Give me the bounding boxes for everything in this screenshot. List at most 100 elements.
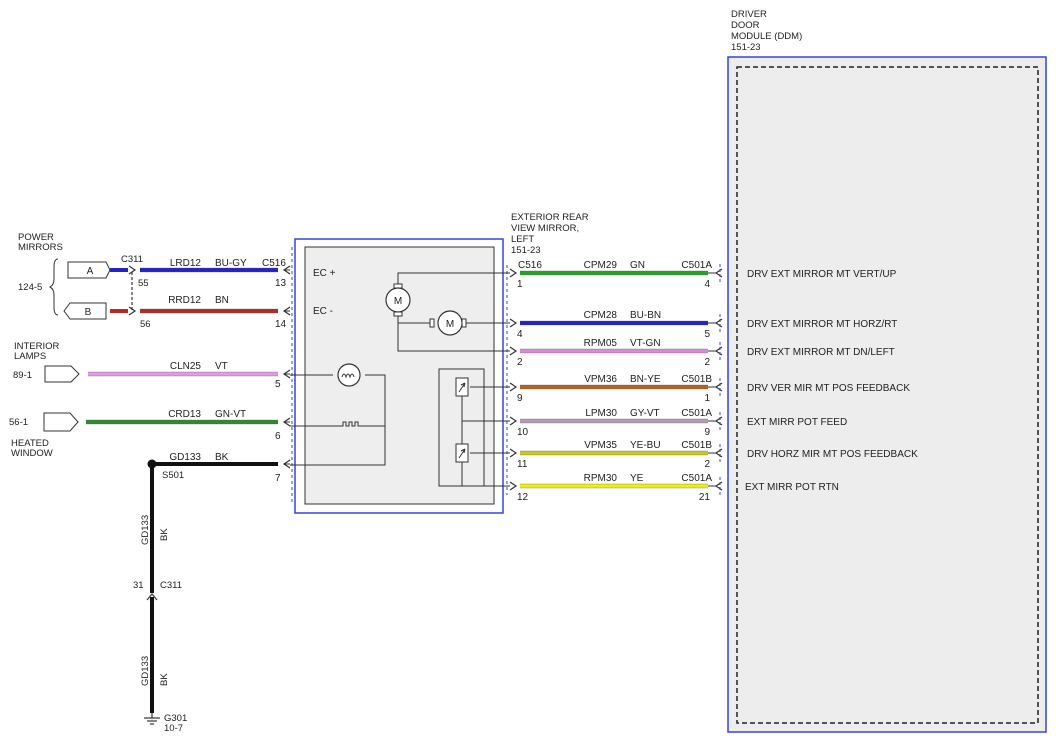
right-wire-color: YE	[630, 473, 644, 484]
ec-plus-label: EC +	[313, 268, 336, 279]
right-wire-right-pin: 5	[704, 329, 710, 340]
ddm-function-label: DRV EXT MIRROR MT VERT/UP	[747, 269, 897, 280]
ddm-title-line-3: MODULE (DDM)	[731, 31, 802, 42]
left-wire-pin: 14	[275, 319, 287, 330]
ddm-box	[727, 56, 1047, 733]
right-wire-left-arrow	[509, 382, 518, 392]
right-wire-right-pin: 2	[704, 357, 710, 368]
left-wire-crd13: CRD13 GN-VT 6	[86, 409, 291, 442]
left-wire-color: VT	[215, 361, 228, 372]
right-wire-color: GY-VT	[630, 408, 660, 419]
right-wire-color: GN	[630, 260, 645, 271]
left-wire-circuit: CRD13	[168, 409, 201, 420]
c311-pin-55: 55	[138, 278, 149, 289]
left-wire-pin: 5	[275, 379, 281, 390]
mirror-title-line-4: 151-23	[511, 245, 541, 256]
ddm-function-label: DRV EXT MIRROR MT HORZ/RT	[747, 319, 897, 330]
right-wire-right-connector: C501A	[681, 408, 712, 419]
ground-circuit-lower: GD133	[140, 656, 151, 686]
left-wire-circuit: RRD12	[168, 295, 201, 306]
ddm-title-line-1: DRIVER	[731, 9, 767, 20]
motor1-brush-bottom	[393, 311, 403, 317]
right-wire-circuit: VPM35	[584, 440, 617, 451]
left-wire-color: BK	[215, 452, 229, 463]
mirror-component: EXTERIOR REAR VIEW MIRROR, LEFT 151-23 E…	[290, 212, 589, 514]
right-wire-left-arrow	[509, 448, 518, 458]
right-wire-circuit: RPM05	[584, 338, 618, 349]
right-wire-right-pin: 2	[704, 459, 710, 470]
motor-horizontal-label: M	[446, 319, 454, 330]
ground-symbol-icon	[144, 713, 160, 725]
motor2-brush-right	[461, 318, 467, 328]
left-wire-circuit: CLN25	[170, 361, 202, 372]
ddm-function-label: EXT MIRR POT RTN	[745, 482, 839, 493]
right-wire-rpm05: RPM05 VT-GN 2 2	[509, 338, 723, 368]
right-wire-right-arrow	[714, 416, 723, 426]
right-wire-left-pin: 12	[517, 492, 529, 503]
ddm-function-label: DRV VER MIR MT POS FEEDBACK	[747, 383, 910, 394]
right-wire-circuit: LPM30	[585, 408, 617, 419]
motor1-brush-top	[393, 283, 403, 289]
right-wire-right-pin: 1	[704, 393, 710, 404]
mirror-title-line-2: VIEW MIRROR,	[511, 223, 579, 234]
ground-c311-pin: 31	[133, 580, 144, 591]
ground-color-lower: BK	[159, 673, 170, 686]
right-wire-left-pin: 10	[517, 427, 529, 438]
ground-c311-label: C311	[160, 580, 182, 591]
right-wire-left-pin: 11	[517, 459, 528, 470]
wiring-diagram: DRIVER DOOR MODULE (DDM) 151-23 DRV EXT …	[9, 9, 1047, 734]
heated-window-line-2: WINDOW	[11, 448, 53, 459]
right-wires: CPM29 GN C516 C501A 1 4 CPM28 BU-BN 4 5 RPM05 VT-GN…	[509, 260, 723, 503]
right-wire-right-connector: C501A	[681, 473, 712, 484]
right-wire-left-arrow	[509, 268, 518, 278]
ddm-title-line-2: DOOR	[731, 20, 760, 31]
right-wire-left-pin: 2	[517, 357, 523, 368]
right-wire-vpm35: VPM35 YE-BU C501B 11 2	[509, 440, 723, 470]
right-wire-right-arrow	[714, 481, 723, 491]
right-wire-circuit: RPM30	[584, 473, 618, 484]
connector-a-label: A	[87, 266, 94, 277]
ddm-module: DRIVER DOOR MODULE (DDM) 151-23 DRV EXT …	[727, 9, 1047, 733]
left-side: POWER MIRRORS 124-5 A B C311 55 56 INTER…	[9, 232, 151, 459]
ddm-title-line-4: 151-23	[731, 42, 761, 53]
interior-lamps-flag	[44, 365, 80, 383]
motor2-brush-left	[429, 318, 435, 328]
right-wire-right-arrow	[714, 382, 723, 392]
right-wire-lpm30: LPM30 GY-VT C501A 10 9	[509, 408, 723, 438]
right-wire-color: VT-GN	[630, 338, 661, 349]
left-wire-pin: 13	[275, 278, 287, 289]
right-wire-right-arrow	[714, 448, 723, 458]
ddm-function-label: DRV HORZ MIR MT POS FEEDBACK	[747, 449, 918, 460]
ddm-function-label: DRV EXT MIRROR MT DN/LEFT	[747, 347, 895, 358]
mirror-title-line-3: LEFT	[511, 234, 534, 245]
right-wire-right-connector: C501B	[681, 440, 712, 451]
c311-pin-56: 56	[140, 319, 151, 330]
connector-b-label: B	[85, 307, 92, 318]
left-wire-pin: 7	[275, 473, 281, 484]
right-wire-color: BN-YE	[630, 374, 661, 385]
ground-path: S501 GD133 BK 31 C311 GD133 BK G301 10-7	[133, 459, 187, 734]
right-wire-right-connector: C501B	[681, 374, 712, 385]
power-mirrors-line-2: MIRRORS	[18, 242, 63, 253]
ddm-function-label: EXT MIRR POT FEED	[747, 417, 847, 428]
left-wire-pin: 6	[275, 431, 281, 442]
ground-point-ref: 10-7	[164, 723, 183, 734]
left-wire-circuit: GD133	[169, 452, 201, 463]
splice-s501-label: S501	[162, 470, 184, 481]
right-wire-rpm30: RPM30 YE C501A 12 21	[509, 473, 723, 503]
left-wires: LRD12 BU-GY C516 13 RRD12 BN 14 CLN25 VT 5 CRD13 GN…	[86, 258, 291, 484]
left-wire-cln25: CLN25 VT 5	[88, 361, 291, 390]
right-wire-left-arrow	[509, 346, 518, 356]
right-wire-left-pin: 4	[517, 329, 523, 340]
power-mirrors-ref: 124-5	[18, 282, 42, 293]
right-wire-circuit: VPM36	[584, 374, 617, 385]
heated-window-flag	[43, 412, 79, 432]
right-wire-right-arrow	[714, 346, 723, 356]
left-wire-color: BN	[215, 295, 229, 306]
right-wire-cpm28: CPM28 BU-BN 4 5	[509, 310, 723, 340]
right-wire-left-pin: 1	[517, 279, 523, 290]
right-wire-right-arrow	[714, 318, 723, 328]
right-wire-right-pin: 4	[704, 279, 710, 290]
right-wire-right-pin: 9	[704, 427, 710, 438]
left-wire-rrd12: RRD12 BN 14	[140, 295, 291, 330]
